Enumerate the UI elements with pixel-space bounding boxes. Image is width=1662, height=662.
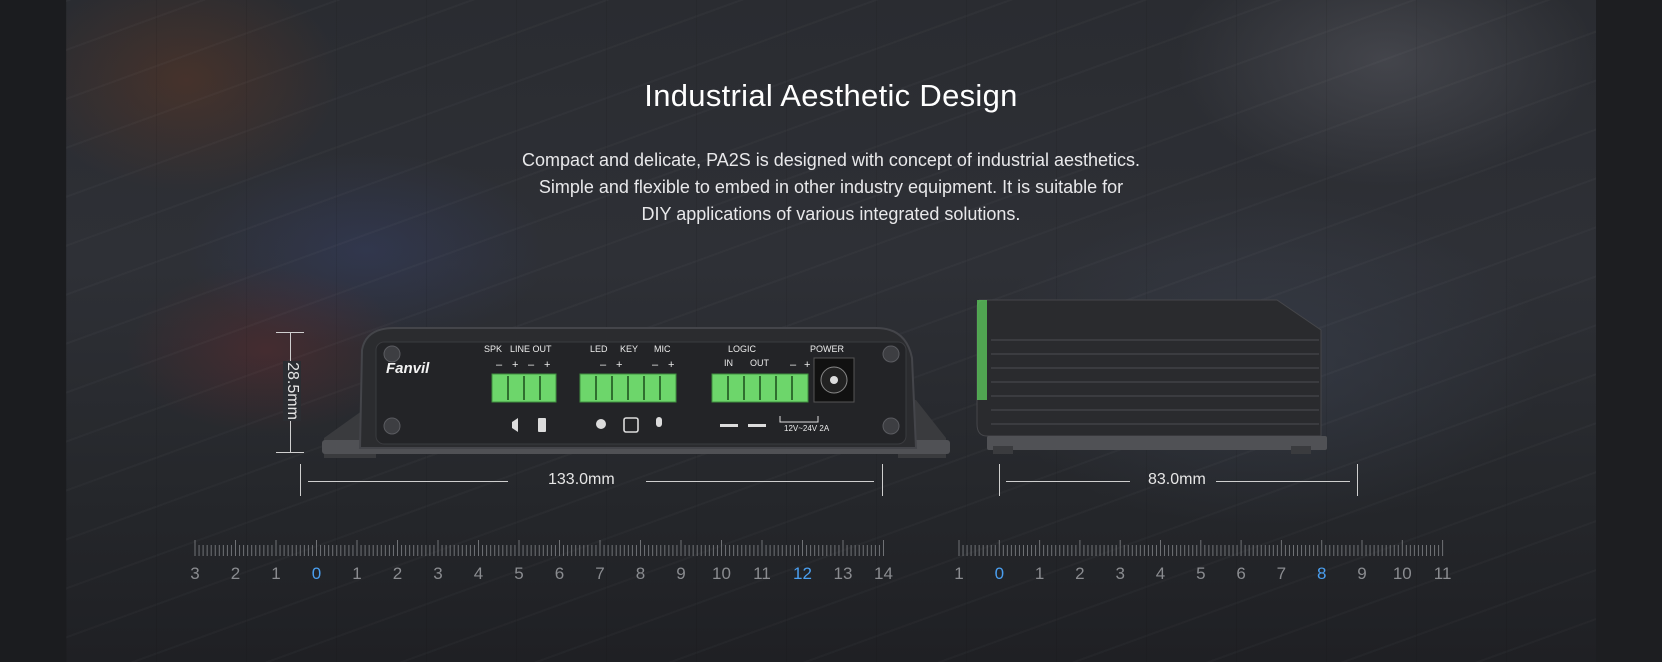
device-brand-logo: Fanvil <box>386 360 430 377</box>
ruler-label: 12 <box>793 564 812 583</box>
ruler-label: 10 <box>1392 564 1412 583</box>
width-dim-cap-right <box>882 464 883 496</box>
width-dim-line-left <box>308 481 508 482</box>
ruler-label: 9 <box>676 564 686 583</box>
ruler-label: 4 <box>473 564 484 583</box>
ruler-label: 10 <box>712 564 731 583</box>
device-side-view <box>971 296 1431 460</box>
description-line-1: Compact and delicate, PA2S is designed w… <box>521 150 1140 170</box>
ruler-label: 7 <box>595 564 605 583</box>
ruler-label: 8 <box>635 564 646 583</box>
ruler-label: 1 <box>352 564 362 583</box>
height-dim-cap-top <box>276 332 304 333</box>
section-title: Industrial Aesthetic Design <box>644 78 1018 113</box>
description-line-2: Simple and flexible to embed in other in… <box>538 177 1124 197</box>
svg-text:+: + <box>512 359 518 371</box>
ruler-label: 9 <box>1357 564 1367 583</box>
port-label-logic-out: OUT <box>750 358 769 368</box>
ruler-label: 2 <box>1075 564 1085 583</box>
description-line-3: DIY applications of various integrated s… <box>641 204 1021 224</box>
ruler-label: 5 <box>514 564 524 583</box>
port-label-power: POWER <box>810 344 845 354</box>
ruler-right-ticks <box>958 540 1444 556</box>
section-description: Compact and delicate, PA2S is designed w… <box>426 147 1236 228</box>
height-dim-cap-bottom <box>276 452 304 453</box>
svg-text:+: + <box>616 359 622 371</box>
svg-text:–: – <box>790 359 797 371</box>
depth-dim-line-left <box>1006 481 1130 482</box>
ruler-label: 1 <box>954 564 964 583</box>
svg-text:+: + <box>668 359 674 371</box>
port-label-logic-in: IN <box>724 358 733 368</box>
ruler-label: 11 <box>753 564 771 583</box>
ruler-label: 0 <box>994 564 1005 583</box>
device-front-view: – + – + – + – + – + Fanvil SPK LINE OUT LED KEY… <box>316 298 956 458</box>
port-label-key: KEY <box>620 344 639 354</box>
device-side-illustration <box>976 299 1327 454</box>
ruler-label: 14 <box>874 564 893 583</box>
depth-dim-cap-right <box>1357 464 1358 496</box>
ruler-label: 0 <box>311 564 322 583</box>
ruler-label: 6 <box>554 564 565 583</box>
port-label-line-out: LINE OUT <box>510 344 552 354</box>
ruler-label: 7 <box>1276 564 1287 583</box>
ruler-label: 6 <box>1236 564 1246 583</box>
depth-dim-cap-left <box>999 464 1000 496</box>
svg-text:–: – <box>600 359 607 371</box>
ruler-label: 4 <box>1155 564 1166 583</box>
power-rating-label: 12V~24V 2A <box>784 424 830 433</box>
height-dimension-label: 28.5mm <box>283 361 301 421</box>
ruler-label: 11 <box>1433 564 1452 583</box>
right-gutter <box>1596 0 1662 662</box>
port-label-spk: SPK <box>484 344 503 354</box>
port-label-led: LED <box>590 344 608 354</box>
ruler-label: 1 <box>271 564 281 583</box>
ruler-label: 2 <box>230 564 241 583</box>
svg-text:+: + <box>544 359 550 371</box>
ruler-label: 3 <box>433 564 443 583</box>
width-dimension-label: 133.0mm <box>548 471 615 488</box>
ruler-label: 5 <box>1196 564 1206 583</box>
svg-text:+: + <box>804 359 810 371</box>
ruler-label: 1 <box>1034 564 1045 583</box>
ruler-left-ticks <box>194 540 884 556</box>
depth-dim-line-right <box>1216 481 1350 482</box>
svg-text:–: – <box>496 359 503 371</box>
svg-text:–: – <box>528 359 535 371</box>
depth-dimension-label: 83.0mm <box>1148 471 1206 488</box>
ruler-label: 2 <box>392 564 403 583</box>
ruler-label: 8 <box>1316 564 1327 583</box>
ruler-label: 3 <box>190 564 200 583</box>
width-dim-line-right <box>646 481 874 482</box>
ruler-label: 3 <box>1115 564 1125 583</box>
port-label-logic: LOGIC <box>728 344 757 354</box>
width-dim-cap-left <box>300 464 301 496</box>
port-label-mic: MIC <box>654 344 671 354</box>
hero-section: Industrial Aesthetic Design Compact and … <box>66 0 1596 662</box>
ruler-label: 13 <box>833 564 853 583</box>
device-front-illustration: – + – + – + – + – + <box>322 327 950 458</box>
svg-text:–: – <box>652 359 659 371</box>
